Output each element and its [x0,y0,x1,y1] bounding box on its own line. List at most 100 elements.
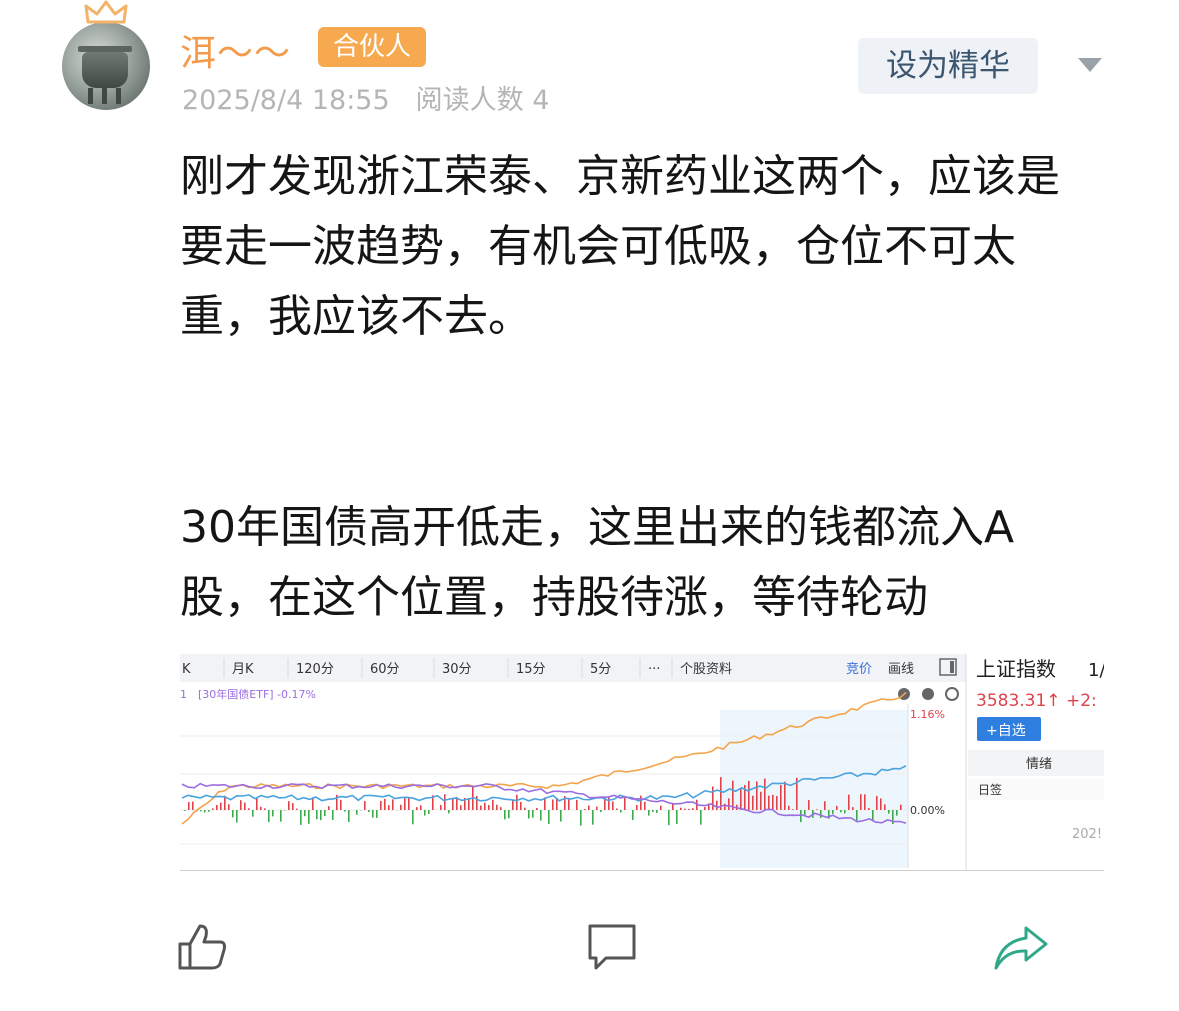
chart-volume-bar [412,810,414,825]
chart-volume-bar [676,810,678,824]
chart-volume-bar [692,808,694,810]
chart-volume-bar [392,799,394,811]
chart-volume-bar [748,780,750,810]
chart-volume-bar [512,800,514,810]
settings-gear-icon [945,687,959,701]
chart-volume-bar [588,805,590,811]
chart-volume-bar [356,810,358,815]
chart-volume-bar [236,810,238,823]
chart-volume-bar [420,805,422,810]
chart-volume-bar [440,804,442,810]
chart-volume-bar [804,810,806,816]
chart-volume-bar [200,810,202,812]
comment-button[interactable] [584,920,640,976]
chart-volume-bar [536,808,538,811]
chart-volume-bar [364,800,366,810]
chart-volume-bar [644,801,646,810]
chart-volume-bar [668,810,670,826]
chart-volume-bar [596,806,598,811]
chart-tab-0: K [182,662,191,677]
chart-volume-bar [788,805,790,810]
chart-tab-3: 60分 [370,662,400,677]
chart-volume-bar [660,805,662,810]
chart-tab-1: 月K [232,662,254,677]
mood-label: 情绪 [1026,757,1052,772]
chart-volume-bar [288,801,290,811]
index-name: 上证指数 [976,657,1056,681]
avatar-vessel-image [78,46,132,104]
chart-tab-6: 5分 [590,662,611,677]
chart-volume-bar [520,801,522,810]
chart-volume-bar [704,807,706,811]
chart-volume-bar [580,810,582,826]
chart-legend-prefix: 1 [180,688,187,701]
chart-screenshot-image[interactable]: K 月K 120分 60分 30分 15分 5分 ··· 个股资料 竞价 画线 1 [30年国债… [180,654,1104,871]
chart-volume-bar [752,795,754,810]
chart-volume-bar [888,810,890,814]
chart-volume-bar [552,799,554,810]
chart-volume-bar [268,810,270,823]
chart-volume-bar [204,810,206,813]
add-watchlist-label: +自选 [986,723,1026,739]
chart-volume-bar [292,803,294,811]
chart-volume-bar [244,802,246,811]
chart-tab-2: 120分 [296,662,334,677]
chart-volume-bar [620,810,622,813]
year-label: 202! [1072,827,1102,842]
chart-volume-bar [300,810,302,825]
chart-volume-bar [208,810,210,812]
chart-volume-bar [656,810,658,813]
chart-volume-bar [632,810,634,820]
chart-volume-bar [732,780,734,810]
chart-volume-bar [688,808,690,811]
chart-volume-bar [800,810,802,823]
chart-volume-bar [824,801,826,811]
chart-volume-bar [428,810,430,814]
username[interactable]: 洱～～ [180,24,291,76]
set-featured-button[interactable]: 设为精华 [858,38,1038,94]
chart-volume-bar [868,808,870,811]
chart-volume-bar [380,800,382,810]
chart-volume-bar [616,808,618,810]
chart-tab-auction: 竞价 [846,661,872,677]
chart-volume-bar [592,810,594,825]
chart-volume-bar [764,778,766,810]
chart-volume-bar [344,810,346,812]
chart-volume-bar [480,805,482,811]
chart-volume-bar [856,810,858,822]
avatar[interactable] [62,22,150,110]
chart-volume-bar [756,781,758,810]
chart-volume-bar [548,810,550,824]
chart-volume-bar [304,810,306,817]
partner-badge: 合伙人 [318,27,426,67]
chart-volume-bar [760,791,762,810]
chart-pct-top: 1.16% [910,708,945,721]
share-button[interactable] [992,920,1048,976]
chart-volume-bar [184,810,186,811]
chart-volume-bar [780,785,782,810]
chart-volume-bar [416,807,418,810]
chart-volume-bar [712,786,714,810]
chart-volume-bar [728,798,730,811]
chart-volume-bar [372,810,374,818]
chart-volume-bar [404,797,406,810]
chart-volume-bar [252,810,254,817]
chart-volume-bar [264,808,266,811]
chart-screenshot-svg: K 月K 120分 60分 30分 15分 5分 ··· 个股资料 竞价 画线 1 [30年国债… [180,654,1104,870]
chart-volume-bar [248,808,250,810]
chart-volume-bar [496,804,498,810]
index-name-suffix: 1/ [1088,660,1104,681]
chart-volume-bar [460,805,462,810]
chart-volume-bar [900,804,902,810]
post-meta: 2025/8/4 18:55 阅读人数 4 [182,78,549,117]
chart-volume-bar [528,810,530,819]
more-options-caret-icon[interactable] [1078,58,1102,72]
chart-volume-bar [860,794,862,810]
chart-volume-bar [316,810,318,820]
like-button[interactable] [176,920,232,976]
chart-volume-bar [332,810,334,820]
chart-volume-bar [540,810,542,821]
chart-volume-bar [280,810,282,822]
chart-volume-bar [792,809,794,810]
chart-volume-bar [560,810,562,822]
